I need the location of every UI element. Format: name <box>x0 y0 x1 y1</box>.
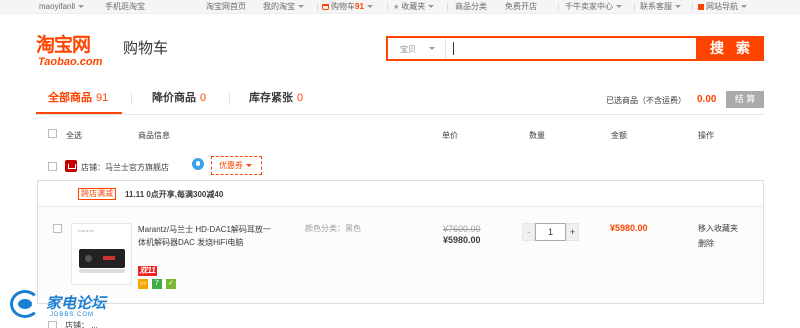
shop-checkbox[interactable] <box>48 162 57 171</box>
promo-tag[interactable]: 跨店满减 <box>78 188 116 200</box>
site-nav-link[interactable]: 网站导航 <box>698 2 747 12</box>
divider <box>387 3 388 11</box>
chevron-down-icon <box>78 5 85 9</box>
home-link[interactable]: 淘宝网首页 <box>206 2 246 12</box>
page-title: 购物车 <box>123 40 169 57</box>
quantity-input[interactable]: 1 <box>535 223 566 241</box>
divider <box>634 3 635 11</box>
tab-all-items[interactable]: 全部商品 91 <box>48 91 108 105</box>
chevron-down-icon <box>366 5 373 9</box>
watermark-text: 家电论坛 <box>46 295 107 312</box>
promo-text: 11.11 0点开享,每满300减40 <box>125 190 224 199</box>
item-checkbox[interactable] <box>53 224 62 233</box>
cart-link[interactable]: 购物车91 <box>322 2 373 12</box>
move-to-favorites-link[interactable]: 移入收藏夹 <box>698 223 738 234</box>
chevron-down-icon <box>616 5 622 9</box>
mobile-taobao-link[interactable]: 手机逛淘宝 <box>105 2 145 12</box>
col-actions: 操作 <box>698 131 714 140</box>
site-topbar: maoyifanll 手机逛淘宝 淘宝网首页 我的淘宝 购物车91 ★ 收藏夹 商… <box>0 0 800 14</box>
divider <box>131 92 132 105</box>
device-shadow <box>79 269 125 273</box>
item-subtotal: ¥5980.00 <box>610 223 648 233</box>
col-select-all[interactable]: 全选 <box>66 130 82 141</box>
store-icon <box>65 160 77 172</box>
globe-logo-icon <box>10 290 40 318</box>
chevron-down-icon <box>298 5 304 9</box>
divider <box>692 3 693 11</box>
select-all-checkbox[interactable] <box>48 129 57 138</box>
col-amount: 金额 <box>611 131 627 140</box>
quantity-stepper: - 1 + <box>522 223 579 241</box>
chevron-down-icon <box>428 5 435 9</box>
device-shape <box>79 249 125 268</box>
original-price: ¥7600.00 <box>443 224 481 234</box>
credit-card-icon: ▭ <box>138 279 148 289</box>
col-unit-price: 单价 <box>442 131 458 140</box>
coupon-button[interactable]: 优惠券 <box>211 156 262 175</box>
col-product: 商品信息 <box>138 131 170 140</box>
cart-item-group: 跨店满减 11.11 0点开享,每满300减40 marantz Marantz… <box>37 180 764 304</box>
chevron-down-icon <box>675 5 681 9</box>
tab-low-stock[interactable]: 库存紧张 0 <box>249 91 303 105</box>
promo-bar: 跨店满减 11.11 0点开享,每满300减40 <box>38 181 763 207</box>
decrease-button[interactable]: - <box>522 223 535 241</box>
divider <box>447 3 448 11</box>
divider <box>558 3 559 11</box>
thumb-brand-text: marantz <box>78 228 95 233</box>
seven-day-return-icon: 7 <box>152 279 162 289</box>
username-link[interactable]: maoyifanll <box>39 2 85 12</box>
selected-total: 0.00 <box>697 94 717 105</box>
text-cursor <box>453 42 454 55</box>
chevron-down-icon <box>246 164 252 168</box>
my-taobao-link[interactable]: 我的淘宝 <box>263 2 304 12</box>
delete-link[interactable]: 删除 <box>698 238 714 249</box>
double-11-badge: 双11 <box>138 266 157 276</box>
logo-cn: 淘宝网 <box>36 34 91 56</box>
star-icon: ★ <box>393 4 400 11</box>
divider <box>317 3 318 11</box>
logo-en: Taobao.com <box>38 56 103 68</box>
watermark-subtext: JDBBS.COM <box>50 312 95 318</box>
current-price: ¥5980.00 <box>443 235 481 245</box>
shop-name-link[interactable]: 店铺：马兰士官方旗舰店 <box>81 162 169 173</box>
taobao-logo[interactable]: 淘宝网 Taobao.com <box>36 34 118 72</box>
sku-info: 颜色分类：黑色 <box>305 224 361 233</box>
support-link[interactable]: 联系客服 <box>640 2 681 12</box>
product-image[interactable]: marantz <box>71 223 132 285</box>
free-shop-link[interactable]: 免费开店 <box>505 2 537 12</box>
guarantee-icon: ✓ <box>166 279 176 289</box>
search-button[interactable]: 搜 索 <box>696 36 764 61</box>
selected-label: 已选商品（不含运费） <box>606 96 686 105</box>
chevron-down-icon <box>429 47 435 50</box>
checkout-button[interactable]: 结 算 <box>726 91 764 108</box>
col-quantity: 数量 <box>529 131 545 140</box>
chevron-down-icon <box>741 5 747 9</box>
product-title-link[interactable]: Marantz/马兰士 HD-DAC1解码耳放一体机解码器DAC 发烧HiFi电… <box>138 223 278 249</box>
seller-center-link[interactable]: 千牛卖家中心 <box>565 2 622 12</box>
search-box: 宝贝 搜 索 <box>386 36 764 61</box>
divider <box>229 92 230 105</box>
favorites-link[interactable]: ★ 收藏夹 <box>393 2 435 13</box>
cart-icon <box>322 3 329 10</box>
categories-link[interactable]: 商品分类 <box>455 2 487 12</box>
tab-price-drop[interactable]: 降价商品 0 <box>152 91 206 105</box>
increase-button[interactable]: + <box>566 223 579 241</box>
chat-icon[interactable] <box>192 158 204 170</box>
cart-count: 91 <box>355 2 364 11</box>
forum-watermark: 家电论坛 JDBBS.COM <box>8 290 118 324</box>
grid-icon <box>698 3 704 10</box>
search-scope-select[interactable]: 宝贝 <box>388 38 446 59</box>
divider <box>36 114 764 115</box>
search-input[interactable] <box>448 40 693 57</box>
